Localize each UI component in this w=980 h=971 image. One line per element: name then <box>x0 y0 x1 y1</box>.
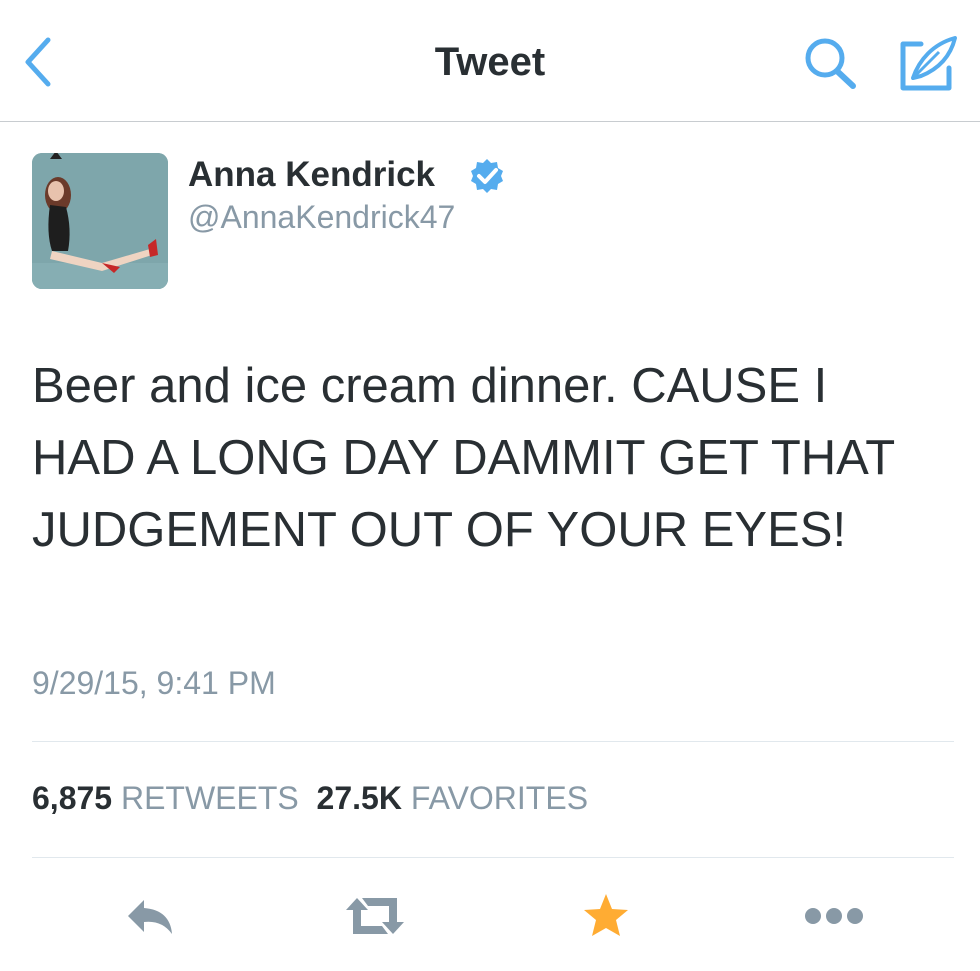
retweets-label: RETWEETS <box>120 780 299 816</box>
author-handle[interactable]: @AnnaKendrick47 <box>188 199 455 236</box>
tweet-timestamp: 9/29/15, 9:41 PM <box>32 665 276 701</box>
more-icon[interactable] <box>804 888 864 944</box>
retweet-icon[interactable] <box>342 888 408 944</box>
reply-icon[interactable] <box>122 888 178 944</box>
favorites-stat[interactable]: 27.5K FAVORITES <box>317 780 589 816</box>
star-icon[interactable] <box>580 888 632 944</box>
favorites-label: FAVORITES <box>410 780 589 816</box>
nav-bar: Tweet <box>0 0 980 122</box>
author-name[interactable]: Anna Kendrick <box>188 155 435 195</box>
retweets-stat[interactable]: 6,875 RETWEETS <box>32 780 299 816</box>
compose-icon[interactable] <box>895 32 963 94</box>
tweet-stats: 6,875 RETWEETS 27.5K FAVORITES <box>32 780 588 817</box>
favorites-count: 27.5K <box>316 780 402 816</box>
avatar-photo <box>32 153 168 289</box>
divider <box>32 857 954 858</box>
avatar[interactable] <box>32 153 168 289</box>
retweets-count: 6,875 <box>32 780 113 816</box>
search-icon[interactable] <box>800 34 862 92</box>
verified-badge-icon <box>471 159 503 193</box>
divider <box>32 741 954 742</box>
tweet-text: Beer and ice cream dinner. CAUSE I HAD A… <box>32 359 895 557</box>
